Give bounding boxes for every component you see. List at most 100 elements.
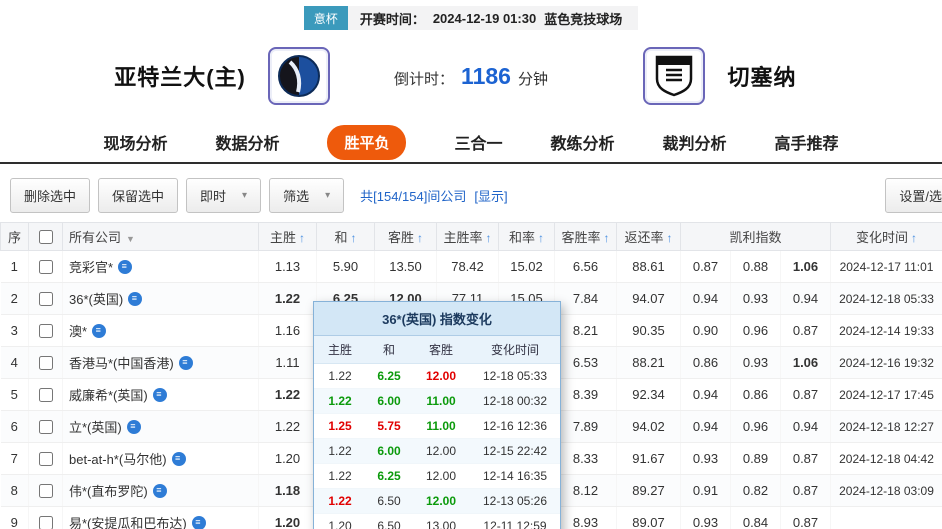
- company-name[interactable]: 威廉希*(英国): [69, 388, 148, 403]
- company-name[interactable]: 香港马*(中国香港): [69, 356, 174, 371]
- cell-return-rate: 90.35: [617, 315, 681, 347]
- toolbar: 删除选中 保留选中 即时 ▾ 筛选 ▾ 共[154/154]间公司 [显示] 设…: [0, 177, 942, 213]
- settings-button[interactable]: 设置/选: [885, 178, 942, 213]
- row-index: 8: [1, 475, 29, 507]
- header-away-rate[interactable]: 客胜率↑: [555, 223, 617, 251]
- cell-kelly-draw: 0.86: [731, 379, 781, 411]
- tab-coach-analysis[interactable]: 教练分析: [551, 130, 615, 154]
- header-label: 变化时间: [856, 230, 908, 245]
- row-checkbox[interactable]: [39, 356, 53, 370]
- company-cell: 威廉希*(英国): [63, 379, 259, 411]
- company-odds-icon[interactable]: [179, 356, 193, 370]
- row-checkbox[interactable]: [39, 516, 53, 529]
- row-checkbox[interactable]: [39, 452, 53, 466]
- cell-away-rate: 7.89: [555, 411, 617, 443]
- sort-asc-icon[interactable]: ↑: [604, 231, 610, 245]
- header-index: 序: [1, 223, 29, 251]
- odds-change-popup: 36*(英国) 指数变化 主胜 和 客胜 变化时间 1.226.2512.001…: [313, 301, 561, 529]
- table-row[interactable]: 1竞彩官*1.135.9013.5078.4215.026.5688.610.8…: [1, 251, 942, 283]
- row-checkbox[interactable]: [39, 388, 53, 402]
- company-name[interactable]: 立*(英国): [69, 420, 122, 435]
- cell-kelly-draw: 0.84: [731, 507, 781, 529]
- cell-home-odds: 1.22: [259, 283, 317, 315]
- company-name[interactable]: 澳*: [69, 324, 87, 339]
- company-odds-icon[interactable]: [192, 516, 206, 529]
- cell-home-odds: 1.20: [259, 507, 317, 529]
- tab-data-analysis[interactable]: 数据分析: [215, 130, 279, 154]
- countdown: 倒计时： 1186 分钟: [394, 63, 548, 90]
- header-kelly[interactable]: 凯利指数: [681, 223, 831, 251]
- cell-kelly-home: 0.94: [681, 379, 731, 411]
- row-checkbox[interactable]: [39, 324, 53, 338]
- header-draw[interactable]: 和↑: [317, 223, 375, 251]
- company-odds-icon[interactable]: [172, 452, 186, 466]
- header-return-rate[interactable]: 返还率↑: [617, 223, 681, 251]
- row-checkbox[interactable]: [39, 292, 53, 306]
- header-home-rate[interactable]: 主胜率 ↑: [437, 223, 499, 251]
- row-index: 3: [1, 315, 29, 347]
- filter-caret-icon[interactable]: ▼: [126, 234, 135, 244]
- cell-change-time: 2024-12-18 03:09: [831, 475, 942, 507]
- league-badge[interactable]: 意杯: [304, 6, 348, 30]
- company-name[interactable]: 伟*(直布罗陀): [69, 484, 148, 499]
- sort-asc-icon[interactable]: ↑: [351, 231, 357, 245]
- tab-bar: 现场分析 数据分析 胜平负 三合一 教练分析 裁判分析 高手推荐: [0, 122, 942, 164]
- delete-selected-button[interactable]: 删除选中: [10, 178, 90, 213]
- tab-live-analysis[interactable]: 现场分析: [103, 130, 167, 154]
- row-checkbox[interactable]: [39, 260, 53, 274]
- filter-dropdown[interactable]: 筛选 ▾: [269, 178, 344, 213]
- header-away-win[interactable]: 客胜↑: [375, 223, 437, 251]
- tab-expert-picks[interactable]: 高手推荐: [775, 130, 839, 154]
- tab-referee-analysis[interactable]: 裁判分析: [663, 130, 727, 154]
- company-cell: bet-at-h*(马尔他): [63, 443, 259, 475]
- tab-win-draw-loss[interactable]: 胜平负: [327, 125, 406, 160]
- row-checkbox[interactable]: [39, 420, 53, 434]
- company-odds-icon[interactable]: [153, 484, 167, 498]
- company-name[interactable]: 易*(安提瓜和巴布达): [69, 516, 187, 529]
- sort-asc-icon[interactable]: ↑: [299, 231, 305, 245]
- header-home-win[interactable]: 主胜↑: [259, 223, 317, 251]
- company-cell: 易*(安提瓜和巴布达): [63, 507, 259, 529]
- sort-asc-icon[interactable]: ↑: [911, 231, 917, 245]
- header-label: 客胜: [388, 230, 414, 245]
- sort-asc-icon[interactable]: ↑: [486, 231, 492, 245]
- cell-away-rate: 8.93: [555, 507, 617, 529]
- company-odds-icon[interactable]: [92, 324, 106, 338]
- company-odds-icon[interactable]: [127, 420, 141, 434]
- sort-asc-icon[interactable]: ↑: [667, 231, 673, 245]
- away-team-name: 切塞纳: [727, 60, 796, 92]
- cell-change-time: 2024-12-14 19:33: [831, 315, 942, 347]
- filter-dropdown-label: 筛选: [283, 186, 309, 205]
- sort-asc-icon[interactable]: ↑: [417, 231, 423, 245]
- company-odds-icon[interactable]: [128, 292, 142, 306]
- sort-asc-icon[interactable]: ↑: [538, 231, 544, 245]
- row-index: 7: [1, 443, 29, 475]
- instant-dropdown[interactable]: 即时 ▾: [186, 178, 261, 213]
- popup-body: 1.226.2512.0012-18 05:331.226.0011.0012-…: [314, 364, 560, 529]
- cell-kelly-away: 0.94: [781, 411, 831, 443]
- company-odds-icon[interactable]: [118, 260, 132, 274]
- show-link[interactable]: [显示]: [474, 186, 507, 205]
- cell-kelly-home: 0.90: [681, 315, 731, 347]
- cell-kelly-away: 0.87: [781, 443, 831, 475]
- company-odds-icon[interactable]: [153, 388, 167, 402]
- row-checkbox[interactable]: [39, 484, 53, 498]
- header-change-time[interactable]: 变化时间↑: [831, 223, 942, 251]
- kickoff-time: 2024-12-19 01:30: [433, 11, 536, 26]
- venue-name: 蓝色竞技球场: [544, 9, 622, 28]
- company-name[interactable]: 36*(英国): [69, 292, 123, 307]
- popup-row: 1.206.5013.0012-11 12:59: [314, 514, 560, 529]
- cell-return-rate: 89.27: [617, 475, 681, 507]
- match-header: 亚特兰大(主) 倒计时： 1186 分钟: [0, 30, 942, 122]
- keep-selected-button[interactable]: 保留选中: [98, 178, 178, 213]
- company-name[interactable]: bet-at-h*(马尔他): [69, 452, 167, 467]
- company-name[interactable]: 竞彩官*: [69, 260, 113, 275]
- select-all-checkbox[interactable]: [39, 230, 53, 244]
- header-label: 主胜率: [443, 230, 482, 245]
- header-company[interactable]: 所有公司▼: [63, 223, 259, 251]
- countdown-value: 1186: [461, 63, 511, 90]
- header-draw-rate[interactable]: 和率↑: [499, 223, 555, 251]
- tab-three-in-one[interactable]: 三合一: [454, 130, 502, 154]
- row-checkbox-cell: [29, 315, 63, 347]
- popup-header-away: 客胜: [412, 341, 470, 358]
